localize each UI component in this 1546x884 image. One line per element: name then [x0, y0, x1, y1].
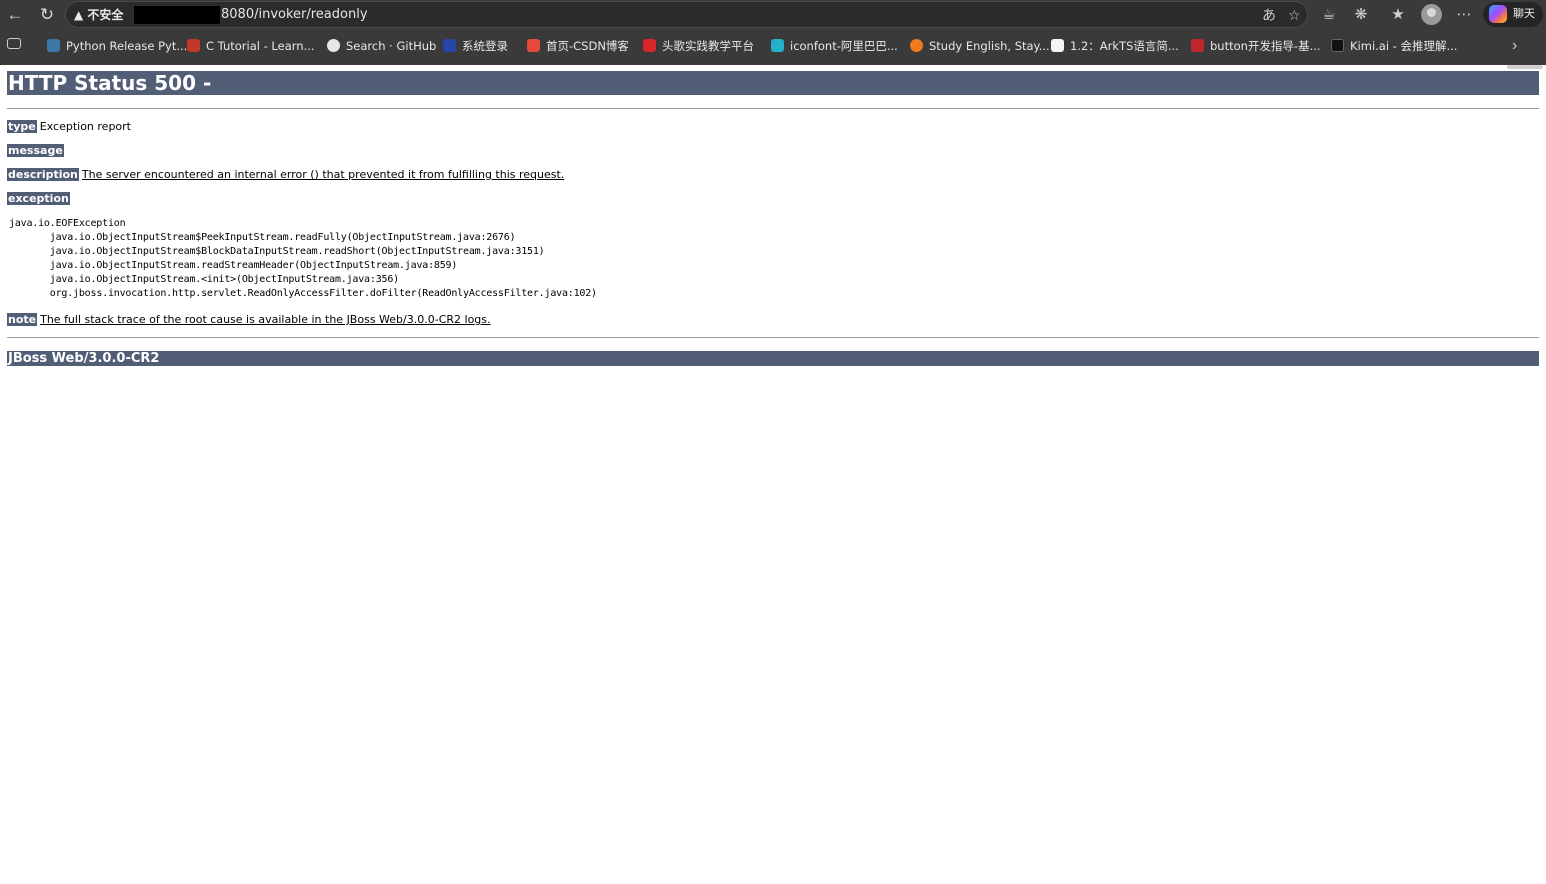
extension-cup-icon[interactable]: ☕: [1318, 4, 1340, 26]
c-tutorial-icon: [187, 39, 200, 52]
divider: [7, 108, 1539, 109]
huawei-icon: [1191, 39, 1204, 52]
message-label: message: [7, 144, 64, 157]
scrollbar[interactable]: [1507, 65, 1543, 69]
exception-label: exception: [7, 192, 70, 205]
bookmark-item[interactable]: Python Release Pyt...: [47, 38, 187, 55]
chevron-right-icon[interactable]: ›: [1512, 36, 1517, 56]
bookmark-item[interactable]: 首页-CSDN博客: [527, 38, 629, 55]
python-icon: [47, 39, 60, 52]
csdn-icon: [527, 39, 540, 52]
back-arrow-icon[interactable]: ←: [4, 4, 26, 26]
security-warning[interactable]: ▲ 不安全: [74, 6, 123, 24]
profile-avatar[interactable]: [1421, 4, 1442, 25]
description-row: description The server encountered an int…: [7, 168, 564, 182]
server-footer: JBoss Web/3.0.0-CR2: [7, 351, 1539, 366]
kimi-icon: [1331, 39, 1344, 52]
iconfont-icon: [771, 39, 784, 52]
note-row: note The full stack trace of the root cau…: [7, 313, 491, 327]
type-value: Exception report: [39, 120, 131, 133]
bookmark-item[interactable]: 系统登录: [443, 38, 508, 55]
bookmark-item[interactable]: iconfont-阿里巴巴...: [771, 38, 898, 55]
stack-trace: java.io.EOFException java.io.ObjectInput…: [9, 218, 597, 299]
description-label: description: [7, 168, 79, 181]
warning-triangle-icon: ▲: [74, 8, 84, 22]
bookmarks-bar: Python Release Pyt... C Tutorial - Learn…: [0, 31, 1546, 61]
bookmark-item[interactable]: C Tutorial - Learn...: [187, 38, 315, 55]
login-icon: [443, 39, 456, 52]
type-label: type: [7, 120, 37, 133]
divider: [7, 337, 1539, 338]
message-row: message: [7, 144, 67, 158]
page-content: HTTP Status 500 - type Exception report m…: [1, 65, 1545, 884]
bookmark-item[interactable]: Study English, Stay...: [910, 38, 1050, 55]
page-title: HTTP Status 500 -: [7, 71, 1539, 95]
type-row: type Exception report: [7, 120, 131, 134]
redacted-host: [134, 6, 220, 24]
educoder-icon: [643, 39, 656, 52]
extensions-puzzle-icon[interactable]: ❋: [1350, 4, 1372, 26]
address-bar[interactable]: ▲ 不安全 8080/invoker/readonly あ ☆: [65, 1, 1308, 28]
copilot-logo-icon: [1489, 5, 1507, 23]
bookmark-item[interactable]: Search · GitHub: [327, 38, 436, 55]
favorite-star-icon[interactable]: ☆: [1288, 5, 1301, 25]
more-menu-icon[interactable]: ⋯: [1453, 4, 1475, 26]
browser-toolbar: ← ↻ ▲ 不安全 8080/invoker/readonly あ ☆ ☕ ❋ …: [0, 0, 1546, 30]
note-label: note: [7, 313, 38, 326]
bookmark-item[interactable]: 1.2：ArkTS语言简...: [1051, 38, 1179, 55]
translate-icon[interactable]: あ: [1262, 5, 1276, 25]
bookmark-item[interactable]: button开发指导-基...: [1191, 38, 1321, 55]
exception-row: exception: [7, 192, 70, 206]
study-english-icon: [910, 39, 923, 52]
url-text[interactable]: 8080/invoker/readonly: [221, 6, 368, 24]
github-icon: [327, 39, 340, 52]
description-value: The server encountered an internal error…: [81, 168, 565, 181]
bookmark-item[interactable]: 头歌实践教学平台: [643, 38, 754, 55]
arkts-doc-icon: [1051, 39, 1064, 52]
copilot-chat-button[interactable]: 聊天: [1483, 2, 1543, 27]
reload-icon[interactable]: ↻: [36, 4, 58, 26]
note-value: The full stack trace of the root cause i…: [40, 313, 491, 326]
favorites-list-icon[interactable]: ★: [1387, 4, 1409, 26]
bookmark-item[interactable]: Kimi.ai - 会推理解...: [1331, 38, 1457, 55]
browser-chrome: ← ↻ ▲ 不安全 8080/invoker/readonly あ ☆ ☕ ❋ …: [0, 0, 1546, 65]
